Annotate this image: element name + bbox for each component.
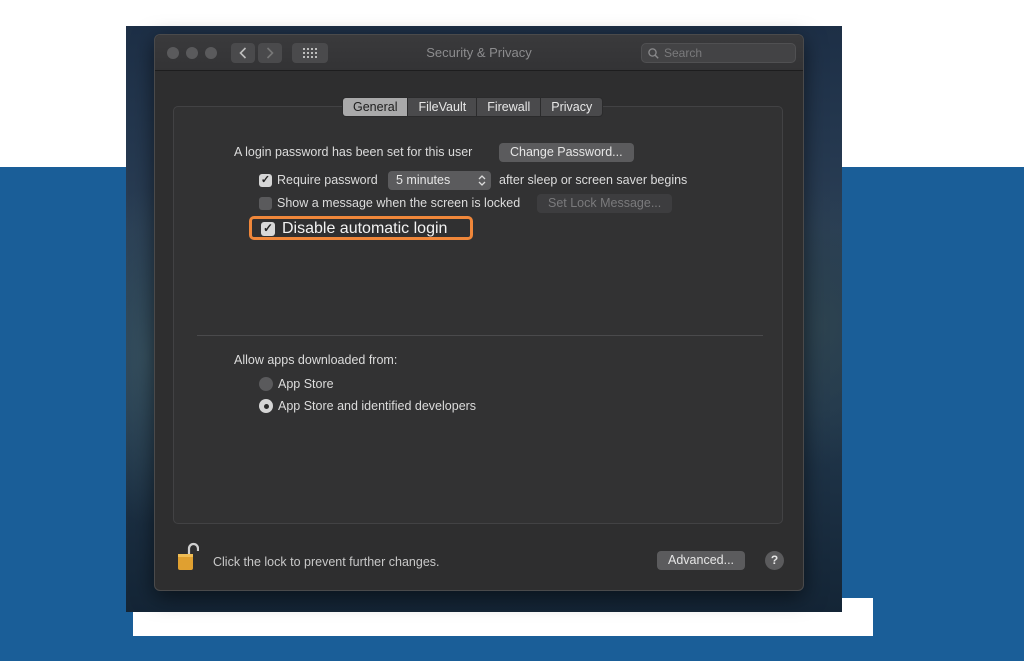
require-password-delay-value: 5 minutes	[396, 173, 451, 187]
change-password-button[interactable]: Change Password...	[499, 143, 634, 162]
app-store-label: App Store	[278, 377, 334, 391]
search-icon	[648, 47, 659, 59]
radio-selected-dot	[263, 403, 269, 409]
require-password-checkbox[interactable]: ✓	[259, 174, 272, 187]
tab-general[interactable]: General	[343, 98, 409, 116]
lock-text: Click the lock to prevent further change…	[213, 555, 440, 569]
login-password-text: A login password has been set for this u…	[234, 145, 473, 159]
general-pane	[173, 106, 783, 524]
stage: Security & Privacy Search General FileVa…	[0, 0, 1024, 661]
require-password-delay-select[interactable]: 5 minutes	[388, 171, 491, 190]
search-field[interactable]: Search	[641, 43, 796, 63]
section-divider	[197, 335, 763, 336]
app-store-identified-developers-radio[interactable]	[259, 399, 273, 413]
app-store-radio[interactable]	[259, 377, 273, 391]
require-password-label: Require password	[277, 173, 378, 187]
app-store-identified-developers-label: App Store and identified developers	[278, 399, 477, 413]
tab-privacy[interactable]: Privacy	[541, 98, 602, 116]
show-message-label: Show a message when the screen is locked	[277, 196, 521, 210]
advanced-button[interactable]: Advanced...	[657, 551, 746, 570]
help-button[interactable]: ?	[765, 551, 784, 570]
disable-automatic-login-checkbox[interactable]: ✓	[261, 221, 275, 236]
tab-firewall[interactable]: Firewall	[477, 98, 542, 116]
disable-automatic-login-highlight: ✓ Disable automatic login	[249, 216, 473, 240]
tab-bar: General FileVault Firewall Privacy	[342, 97, 604, 117]
allow-apps-label: Allow apps downloaded from:	[234, 353, 398, 367]
disable-automatic-login-label: Disable automatic login	[282, 220, 448, 237]
require-password-suffix: after sleep or screen saver begins	[499, 173, 688, 187]
search-placeholder: Search	[664, 46, 703, 60]
security-privacy-window: Security & Privacy Search General FileVa…	[154, 34, 804, 591]
tab-filevault[interactable]: FileVault	[408, 98, 478, 116]
lock-icon[interactable]	[177, 541, 199, 571]
set-lock-message-button[interactable]: Set Lock Message...	[537, 194, 673, 213]
show-message-checkbox[interactable]	[259, 197, 272, 210]
checkmark-icon: ✓	[262, 221, 274, 235]
chevron-up-down-icon	[478, 175, 486, 186]
title-bar: Security & Privacy Search	[155, 35, 803, 71]
checkmark-icon: ✓	[260, 174, 271, 186]
